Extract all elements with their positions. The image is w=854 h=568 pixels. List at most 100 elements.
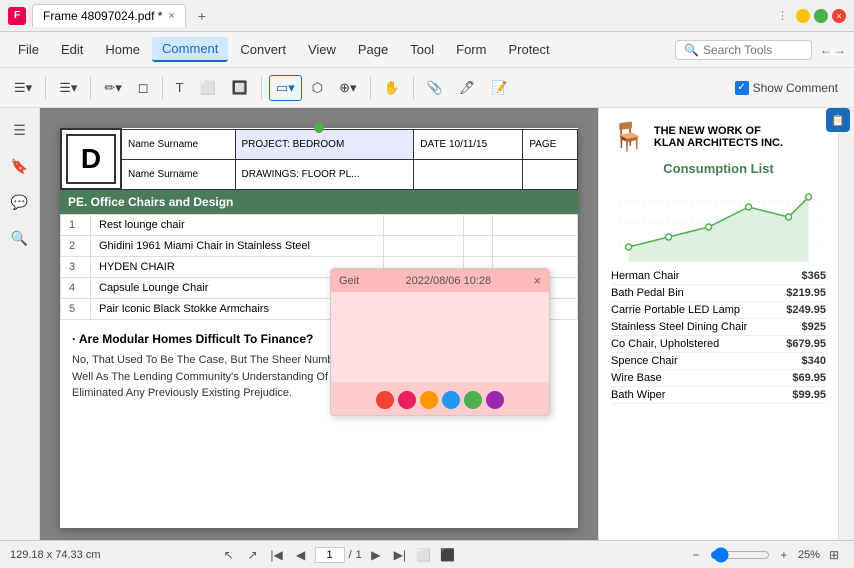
- toolbar-copy-btn[interactable]: ⬡: [306, 76, 329, 100]
- menu-file[interactable]: File: [8, 38, 49, 61]
- menu-edit[interactable]: Edit: [51, 38, 93, 61]
- toolbar-shape-btn[interactable]: ▭▾: [269, 75, 302, 101]
- new-tab-button[interactable]: +: [192, 6, 212, 26]
- fit-page-button[interactable]: ⬜: [414, 545, 434, 565]
- panel-action-icon[interactable]: 📋: [826, 108, 838, 132]
- arrow-tool-button[interactable]: ↗: [243, 545, 263, 565]
- maximize-button[interactable]: [814, 9, 828, 23]
- pdf-header-table: D Name Surname PROJECT: BEDROOM DATE 10/…: [60, 128, 578, 190]
- sidebar-search-icon[interactable]: 🔍: [6, 224, 34, 252]
- color-orange[interactable]: [420, 391, 438, 409]
- comment-color-picker: [331, 385, 549, 415]
- fit-view-button[interactable]: ⊞: [824, 545, 844, 565]
- row-item-2: Ghidini 1961 Miami Chair in Stainless St…: [91, 236, 384, 257]
- last-page-button[interactable]: ▶|: [390, 545, 410, 565]
- toolbar-manage-btn[interactable]: ☰▾: [53, 76, 83, 100]
- chart-area: [611, 182, 826, 262]
- close-button[interactable]: ×: [832, 9, 846, 23]
- current-page-input[interactable]: [315, 547, 345, 563]
- toolbar-draw-btn[interactable]: ✏▾: [98, 76, 127, 100]
- toolbar-attach-btn[interactable]: 📎: [421, 76, 449, 100]
- toolbar-callout-btn[interactable]: 🔲: [226, 76, 254, 100]
- architect-title-line1: THE NEW WORK OF: [654, 125, 783, 137]
- menu-protect[interactable]: Protect: [498, 38, 559, 61]
- chart-point-5: [786, 214, 792, 220]
- toolbar-select-btn[interactable]: ☰▾: [8, 76, 38, 100]
- show-comment-checkbox[interactable]: ✓: [735, 81, 749, 95]
- section-header: PE. Office Chairs and Design: [60, 190, 578, 214]
- search-box[interactable]: 🔍: [675, 40, 812, 60]
- minimize-button[interactable]: [796, 9, 810, 23]
- list-item: Co Chair, Upholstered $679.95: [611, 336, 826, 353]
- row-price-1: [493, 215, 578, 236]
- toolbar-erase-btn[interactable]: ◻: [132, 76, 155, 100]
- table-row: 1 Rest lounge chair: [61, 215, 578, 236]
- nav-forward-button[interactable]: →: [834, 43, 846, 57]
- name-surname-2: Name Surname: [121, 159, 235, 189]
- menu-bar: File Edit Home Comment Convert View Page…: [0, 32, 854, 68]
- menu-comment[interactable]: Comment: [152, 37, 228, 62]
- item-price: $99.95: [792, 389, 826, 401]
- nav-back-button[interactable]: ←: [820, 43, 832, 57]
- d-letter: D: [66, 134, 116, 184]
- more-options-icon[interactable]: ⋮: [777, 9, 788, 22]
- comment-close-button[interactable]: ×: [533, 273, 541, 288]
- sidebar-nav-icon[interactable]: ☰: [6, 116, 34, 144]
- color-red[interactable]: [376, 391, 394, 409]
- chart-point-1: [626, 244, 632, 250]
- item-name: Spence Chair: [611, 355, 678, 367]
- sidebar-bookmark-icon[interactable]: 🔖: [6, 152, 34, 180]
- first-page-button[interactable]: |◀: [267, 545, 287, 565]
- project-label: PROJECT: BEDROOM: [235, 129, 414, 159]
- comment-text-input[interactable]: [331, 292, 549, 382]
- list-item: Herman Chair $365: [611, 268, 826, 285]
- list-item: Spence Chair $340: [611, 353, 826, 370]
- toolbar-stamp-btn[interactable]: ✋: [378, 76, 406, 100]
- item-price: $249.95: [786, 304, 826, 316]
- color-pink[interactable]: [398, 391, 416, 409]
- cursor-tool-button[interactable]: ↖: [219, 545, 239, 565]
- fit-width-button[interactable]: ⬛: [438, 545, 458, 565]
- color-purple[interactable]: [486, 391, 504, 409]
- menu-view[interactable]: View: [298, 38, 346, 61]
- separator-6: [413, 76, 414, 100]
- architect-title-block: THE NEW WORK OF KLAN ARCHITECTS INC.: [654, 125, 783, 149]
- separator-2: [90, 76, 91, 100]
- list-item: Wire Base $69.95: [611, 370, 826, 387]
- color-green[interactable]: [464, 391, 482, 409]
- menu-home[interactable]: Home: [95, 38, 150, 61]
- zoom-in-button[interactable]: +: [774, 545, 794, 565]
- toolbar-sign-btn[interactable]: 🖊: [453, 76, 482, 100]
- item-name: Co Chair, Upholstered: [611, 338, 719, 350]
- architect-icon: 🪑: [611, 120, 646, 153]
- window-controls: ⋮ ×: [777, 9, 846, 23]
- active-tab[interactable]: Frame 48097024.pdf * ×: [32, 4, 186, 27]
- color-blue[interactable]: [442, 391, 460, 409]
- item-price: $679.95: [786, 338, 826, 350]
- toolbar-textbox-btn[interactable]: ⬜: [194, 76, 222, 100]
- search-input[interactable]: [703, 43, 803, 57]
- show-comment-label: Show Comment: [753, 81, 838, 95]
- table-row: 2 Ghidini 1961 Miami Chair in Stainless …: [61, 236, 578, 257]
- menu-page[interactable]: Page: [348, 38, 398, 61]
- zoom-out-button[interactable]: −: [686, 545, 706, 565]
- menu-convert[interactable]: Convert: [230, 38, 296, 61]
- sidebar-comment-icon[interactable]: 💬: [6, 188, 34, 216]
- toolbar-note-btn[interactable]: 📝: [485, 76, 513, 100]
- zoom-controls: − + 25% ⊞: [686, 545, 844, 565]
- show-comment-button[interactable]: ✓ Show Comment: [727, 78, 846, 98]
- list-item: Stainless Steel Dining Chair $925: [611, 319, 826, 336]
- right-panel: 📋 🪑 THE NEW WORK OF KLAN ARCHITECTS INC.…: [598, 108, 838, 540]
- next-page-button[interactable]: ▶: [366, 545, 386, 565]
- toolbar-measure-btn[interactable]: ⊕▾: [333, 76, 362, 100]
- pdf-area[interactable]: D Name Surname PROJECT: BEDROOM DATE 10/…: [40, 108, 598, 540]
- toolbar: ☰▾ ☰▾ ✏▾ ◻ T ⬜ 🔲 ▭▾ ⬡ ⊕▾ ✋ 📎 🖊 📝 ✓ Show …: [0, 68, 854, 108]
- toolbar-text-btn[interactable]: T: [170, 76, 190, 99]
- menu-form[interactable]: Form: [446, 38, 496, 61]
- prev-page-button[interactable]: ◀: [291, 545, 311, 565]
- tab-close-button[interactable]: ×: [168, 10, 174, 22]
- row-num-2: 2: [61, 236, 91, 257]
- zoom-slider[interactable]: [710, 547, 770, 563]
- menu-tool[interactable]: Tool: [400, 38, 444, 61]
- row-num-4: 4: [61, 278, 91, 299]
